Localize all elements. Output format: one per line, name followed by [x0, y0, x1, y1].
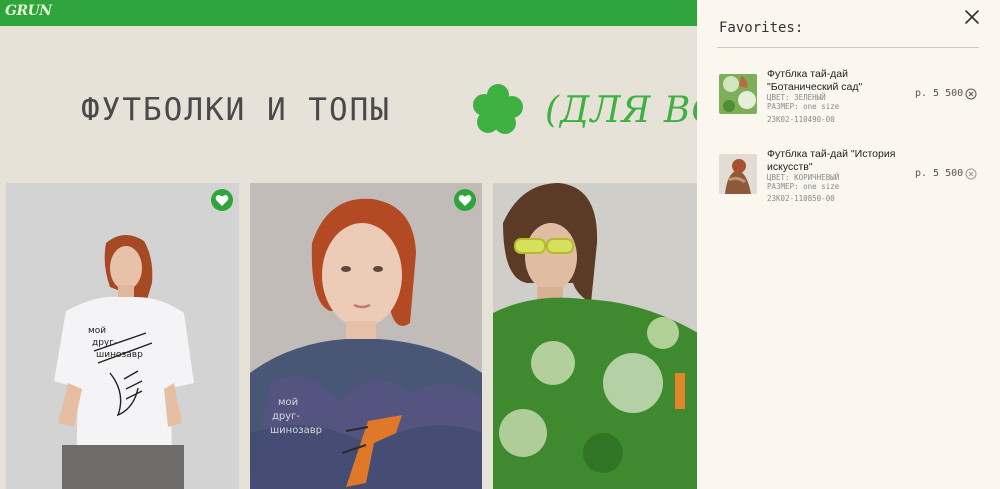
favorite-item-thumbnail	[719, 74, 757, 114]
favorite-item-thumbnail	[719, 154, 757, 194]
favorite-item-price: р. 5 500	[915, 168, 964, 179]
heart-icon	[215, 194, 229, 206]
remove-icon[interactable]	[965, 168, 977, 180]
svg-text:мой: мой	[278, 397, 298, 408]
hero-tagline: (ДЛЯ ВСЕХ	[545, 90, 700, 131]
remove-icon[interactable]	[965, 88, 977, 100]
brand-logo[interactable]: GRUN	[5, 3, 52, 19]
category-hero: ФУТБОЛКИ И ТОПЫ (ДЛЯ ВСЕХ	[0, 26, 700, 184]
favorite-item-name[interactable]: Футблка тай-дай "Ботанический сад"	[767, 68, 907, 94]
favorite-item-size: РАЗМЕР: one size	[767, 102, 840, 111]
favorites-title: Favorites:	[719, 20, 804, 36]
favorite-item-name[interactable]: Футблка тай-дай "История искусств"	[767, 148, 907, 174]
favorites-panel: Favorites: Футблка тай-дай "Ботанический…	[697, 0, 1000, 489]
close-icon[interactable]	[963, 8, 981, 26]
favorite-item-color: ЦВЕТ: ЗЕЛЕНЫЙ	[767, 93, 826, 102]
svg-text:друг-: друг-	[92, 338, 117, 348]
product-photo	[493, 183, 698, 489]
svg-text:шинозавр: шинозавр	[270, 425, 322, 436]
product-card[interactable]	[493, 183, 698, 489]
favorite-toggle[interactable]	[454, 189, 476, 211]
favorite-item-price: р. 5 500	[915, 88, 964, 99]
favorite-item-size: РАЗМЕР: one size	[767, 182, 840, 191]
product-card[interactable]: мой друг- шинозавр	[6, 183, 239, 489]
heart-icon	[458, 194, 472, 206]
divider	[717, 47, 979, 48]
favorite-item-color: ЦВЕТ: КОРИЧНЕВЫЙ	[767, 173, 840, 182]
favorite-item-sku: 23К02-110490-00	[767, 115, 835, 124]
product-photo: мой друг- шинозавр	[6, 183, 239, 489]
favorite-item-sku: 23К02-110850-00	[767, 194, 835, 203]
svg-text:друг-: друг-	[272, 411, 300, 422]
svg-text:мой: мой	[88, 326, 106, 336]
favorite-toggle[interactable]	[211, 189, 233, 211]
product-card[interactable]: мой друг- шинозавр	[250, 183, 482, 489]
product-photo: мой друг- шинозавр	[250, 183, 482, 489]
clover-icon	[473, 84, 523, 134]
category-title: ФУТБОЛКИ И ТОПЫ	[81, 92, 391, 128]
svg-text:шинозавр: шинозавр	[96, 350, 143, 360]
favorite-item[interactable]: Футблка тай-дай "Ботанический сад" ЦВЕТ:…	[717, 68, 979, 134]
favorite-item[interactable]: Футблка тай-дай "История искусств" ЦВЕТ:…	[717, 148, 979, 214]
